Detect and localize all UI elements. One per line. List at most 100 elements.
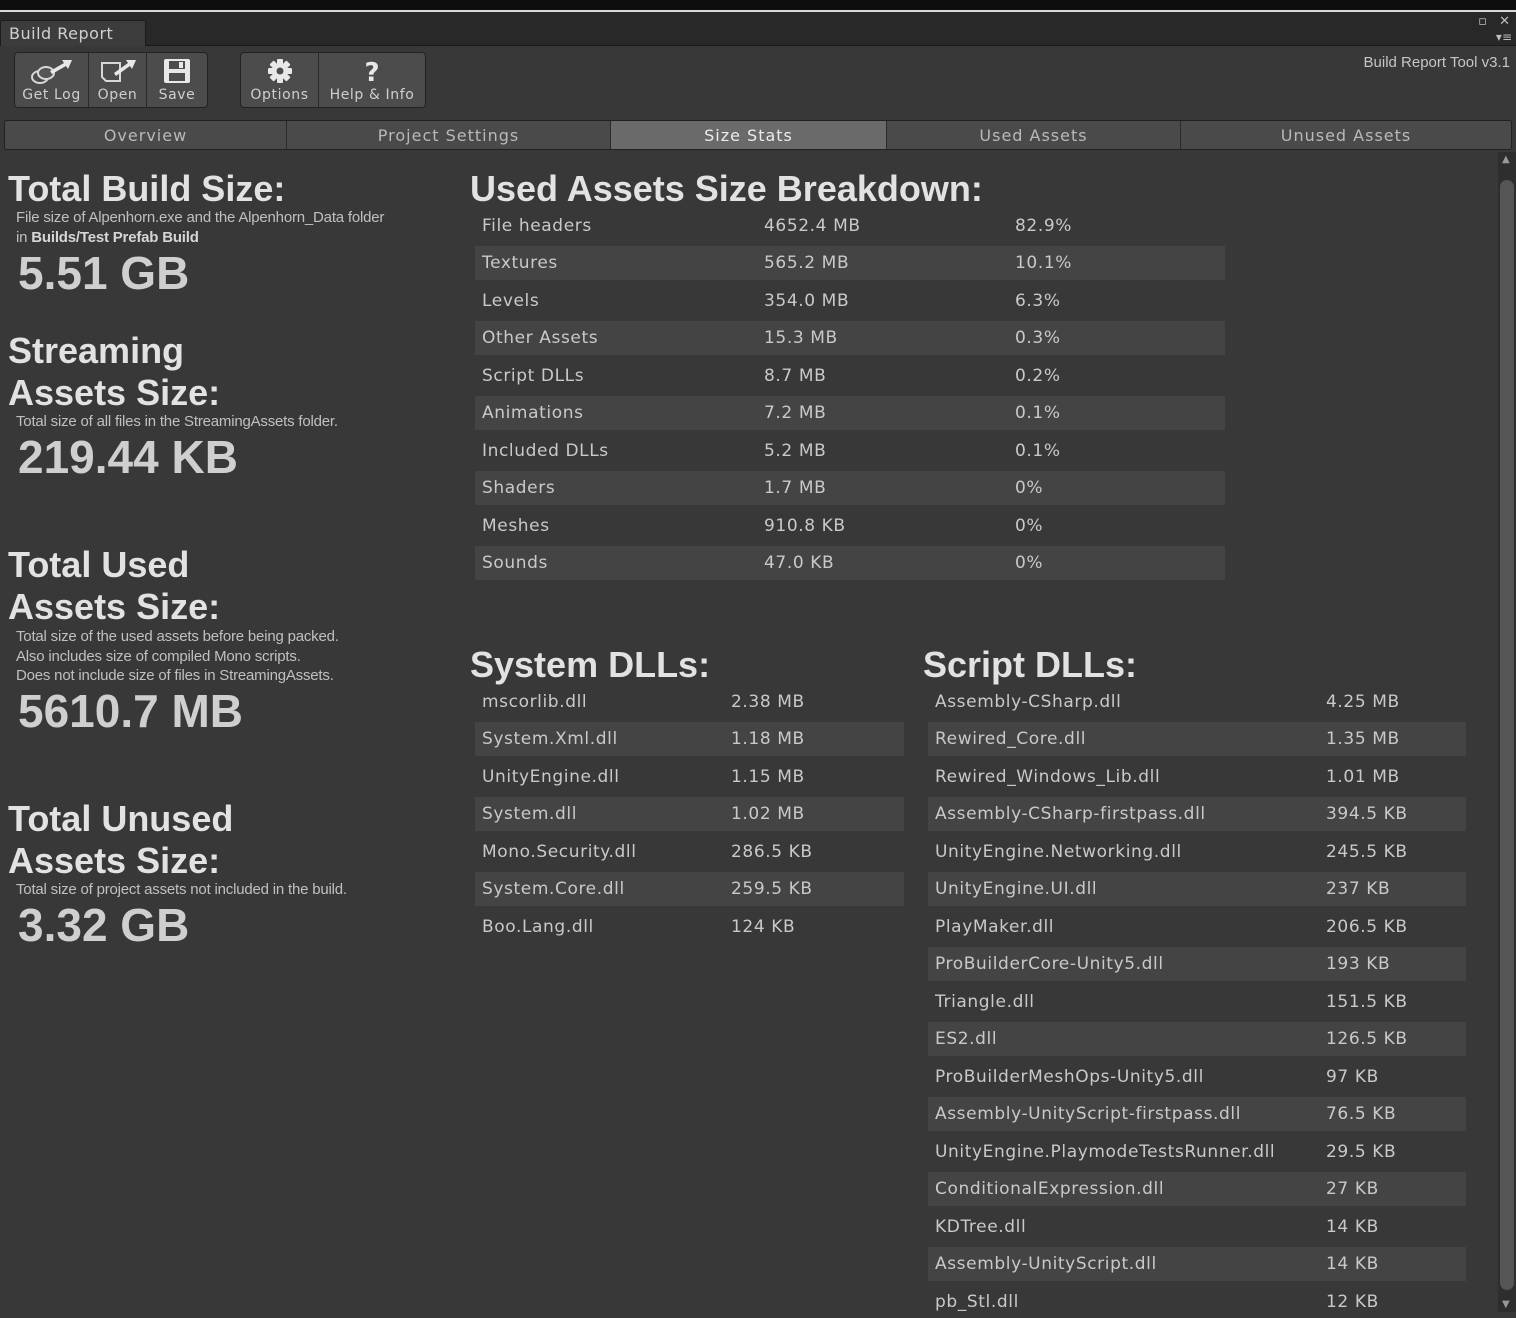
dll-name: System.Core.dll bbox=[482, 879, 625, 900]
scrollbar-thumb[interactable] bbox=[1500, 180, 1514, 1290]
gear-icon bbox=[267, 59, 292, 83]
asset-type-size: 7.2 MB bbox=[764, 403, 827, 424]
streaming-assets-size-heading: Streaming Assets Size: bbox=[8, 330, 220, 414]
table-row[interactable]: Other Assets 15.3 MB 0.3% bbox=[475, 321, 1225, 356]
table-row[interactable]: Script DLLs 8.7 MB 0.2% bbox=[475, 357, 1225, 395]
table-row[interactable]: ES2.dll 126.5 KB bbox=[928, 1022, 1466, 1057]
table-row[interactable]: File headers 4652.4 MB 82.9% bbox=[475, 207, 1225, 245]
asset-type-name: Meshes bbox=[482, 515, 550, 536]
vertical-scrollbar[interactable]: ▲ ▼ bbox=[1498, 152, 1516, 1312]
unused-heading-line1: Total Unused bbox=[8, 798, 234, 839]
window-menu-icon[interactable]: ▾≡ bbox=[1496, 30, 1512, 44]
breakdown-heading: Used Assets Size Breakdown: bbox=[470, 168, 983, 209]
streaming-heading-line2: Assets Size: bbox=[8, 372, 221, 413]
total-build-desc-prefix: in bbox=[16, 228, 32, 246]
table-row[interactable]: System.Core.dll 259.5 KB bbox=[475, 872, 904, 907]
asset-type-name: Textures bbox=[482, 253, 558, 274]
streaming-heading-line1: Streaming bbox=[8, 330, 185, 371]
dll-size: 1.15 MB bbox=[731, 766, 805, 787]
table-row[interactable]: Meshes 910.8 KB 0% bbox=[475, 507, 1225, 545]
window-tab-build-report[interactable]: Build Report bbox=[0, 20, 146, 46]
asset-type-name: Other Assets bbox=[482, 328, 599, 349]
tab-unused-assets[interactable]: Unused Assets bbox=[1181, 121, 1511, 149]
svg-text:?: ? bbox=[364, 58, 379, 85]
table-row[interactable]: System.Xml.dll 1.18 MB bbox=[475, 722, 904, 757]
table-row[interactable]: Assembly-CSharp-firstpass.dll 394.5 KB bbox=[928, 797, 1466, 832]
open-button[interactable]: Open bbox=[89, 53, 147, 107]
table-row[interactable]: Textures 565.2 MB 10.1% bbox=[475, 246, 1225, 281]
table-row[interactable]: Rewired_Windows_Lib.dll 1.01 MB bbox=[928, 758, 1466, 796]
dll-size: 193 KB bbox=[1326, 954, 1391, 975]
table-row[interactable]: Triangle.dll 151.5 KB bbox=[928, 983, 1466, 1021]
table-row[interactable]: ProBuilderMeshOps-Unity5.dll 97 KB bbox=[928, 1058, 1466, 1096]
asset-type-percent: 0.3% bbox=[1015, 328, 1061, 349]
scroll-up-icon[interactable]: ▲ bbox=[1502, 154, 1510, 165]
table-row[interactable]: KDTree.dll 14 KB bbox=[928, 1208, 1466, 1246]
table-row[interactable]: ProBuilderCore-Unity5.dll 193 KB bbox=[928, 947, 1466, 982]
table-row[interactable]: Assembly-UnityScript.dll 14 KB bbox=[928, 1247, 1466, 1282]
table-row[interactable]: Assembly-CSharp.dll 4.25 MB bbox=[928, 683, 1466, 721]
asset-type-percent: 10.1% bbox=[1015, 253, 1073, 274]
main-tabs: Overview Project Settings Size Stats Use… bbox=[4, 120, 1512, 150]
tab-project-settings[interactable]: Project Settings bbox=[287, 121, 611, 149]
table-row[interactable]: Assembly-UnityScript-firstpass.dll 76.5 K… bbox=[928, 1097, 1466, 1132]
used-heading-line1: Total Used bbox=[8, 544, 190, 585]
asset-type-size: 8.7 MB bbox=[764, 365, 827, 386]
dll-size: 206.5 KB bbox=[1326, 916, 1408, 937]
dll-size: 1.18 MB bbox=[731, 729, 805, 750]
maximize-icon[interactable]: ▫ bbox=[1478, 14, 1487, 29]
save-button[interactable]: Save bbox=[147, 53, 207, 107]
table-row[interactable]: Included DLLs 5.2 MB 0.1% bbox=[475, 432, 1225, 470]
table-row[interactable]: UnityEngine.dll 1.15 MB bbox=[475, 758, 904, 796]
asset-type-percent: 0% bbox=[1015, 478, 1044, 499]
table-row[interactable]: Levels 354.0 MB 6.3% bbox=[475, 282, 1225, 320]
used-heading-line2: Assets Size: bbox=[8, 586, 221, 627]
total-build-desc-line2: in Builds/Test Prefab Build bbox=[16, 228, 384, 248]
close-icon[interactable]: ✕ bbox=[1499, 14, 1510, 29]
build-path: Builds/Test Prefab Build bbox=[31, 228, 199, 246]
table-row[interactable]: PlayMaker.dll 206.5 KB bbox=[928, 908, 1466, 946]
table-row[interactable]: Rewired_Core.dll 1.35 MB bbox=[928, 722, 1466, 757]
dll-size: 259.5 KB bbox=[731, 879, 813, 900]
dll-size: 97 KB bbox=[1326, 1066, 1379, 1087]
table-row[interactable]: mscorlib.dll 2.38 MB bbox=[475, 683, 904, 721]
asset-type-percent: 0.1% bbox=[1015, 403, 1061, 424]
get-log-button[interactable]: Get Log bbox=[15, 53, 89, 107]
total-unused-assets-heading: Total Unused Assets Size: bbox=[8, 798, 233, 882]
dll-size: 14 KB bbox=[1326, 1216, 1379, 1237]
asset-type-percent: 0.2% bbox=[1015, 365, 1061, 386]
tab-used-assets[interactable]: Used Assets bbox=[887, 121, 1181, 149]
dll-name: pb_Stl.dll bbox=[935, 1291, 1019, 1312]
table-row[interactable]: UnityEngine.PlaymodeTestsRunner.dll 29.5 … bbox=[928, 1133, 1466, 1171]
dll-size: 12 KB bbox=[1326, 1291, 1379, 1312]
window-titlebar: Build Report ▫ ✕ ▾≡ bbox=[0, 12, 1516, 46]
dll-size: 27 KB bbox=[1326, 1179, 1379, 1200]
asset-type-percent: 0.1% bbox=[1015, 440, 1061, 461]
table-row[interactable]: Mono.Security.dll 286.5 KB bbox=[475, 833, 904, 871]
dll-name: PlayMaker.dll bbox=[935, 916, 1055, 937]
dll-size: 151.5 KB bbox=[1326, 991, 1408, 1012]
help-icon: ? bbox=[364, 58, 379, 85]
script-dlls-table: Assembly-CSharp.dll 4.25 MB Rewired_Core.d… bbox=[928, 683, 1466, 1313]
dll-name: Triangle.dll bbox=[935, 991, 1035, 1012]
table-row[interactable]: UnityEngine.Networking.dll 245.5 KB bbox=[928, 833, 1466, 871]
table-row[interactable]: pb_Stl.dll 12 KB bbox=[928, 1283, 1466, 1313]
table-row[interactable]: Animations 7.2 MB 0.1% bbox=[475, 396, 1225, 431]
scroll-down-icon[interactable]: ▼ bbox=[1502, 1299, 1510, 1310]
table-row[interactable]: Shaders 1.7 MB 0% bbox=[475, 471, 1225, 506]
table-row[interactable]: UnityEngine.UI.dll 237 KB bbox=[928, 872, 1466, 907]
tab-overview[interactable]: Overview bbox=[5, 121, 287, 149]
options-button[interactable]: Options bbox=[241, 53, 319, 107]
table-row[interactable]: Boo.Lang.dll 124 KB bbox=[475, 908, 904, 946]
dll-name: Boo.Lang.dll bbox=[482, 916, 594, 937]
dll-name: ConditionalExpression.dll bbox=[935, 1179, 1165, 1200]
table-row[interactable]: ConditionalExpression.dll 27 KB bbox=[928, 1172, 1466, 1207]
dll-size: 237 KB bbox=[1326, 879, 1391, 900]
total-build-desc-line1: File size of Alpenhorn.exe and the Alpen… bbox=[16, 209, 385, 226]
tab-size-stats[interactable]: Size Stats bbox=[611, 121, 887, 149]
asset-type-name: Levels bbox=[482, 290, 540, 311]
dll-name: Rewired_Core.dll bbox=[935, 729, 1087, 750]
table-row[interactable]: Sounds 47.0 KB 0% bbox=[475, 546, 1225, 581]
table-row[interactable]: System.dll 1.02 MB bbox=[475, 797, 904, 832]
help-info-button[interactable]: ? Help & Info bbox=[319, 53, 425, 107]
